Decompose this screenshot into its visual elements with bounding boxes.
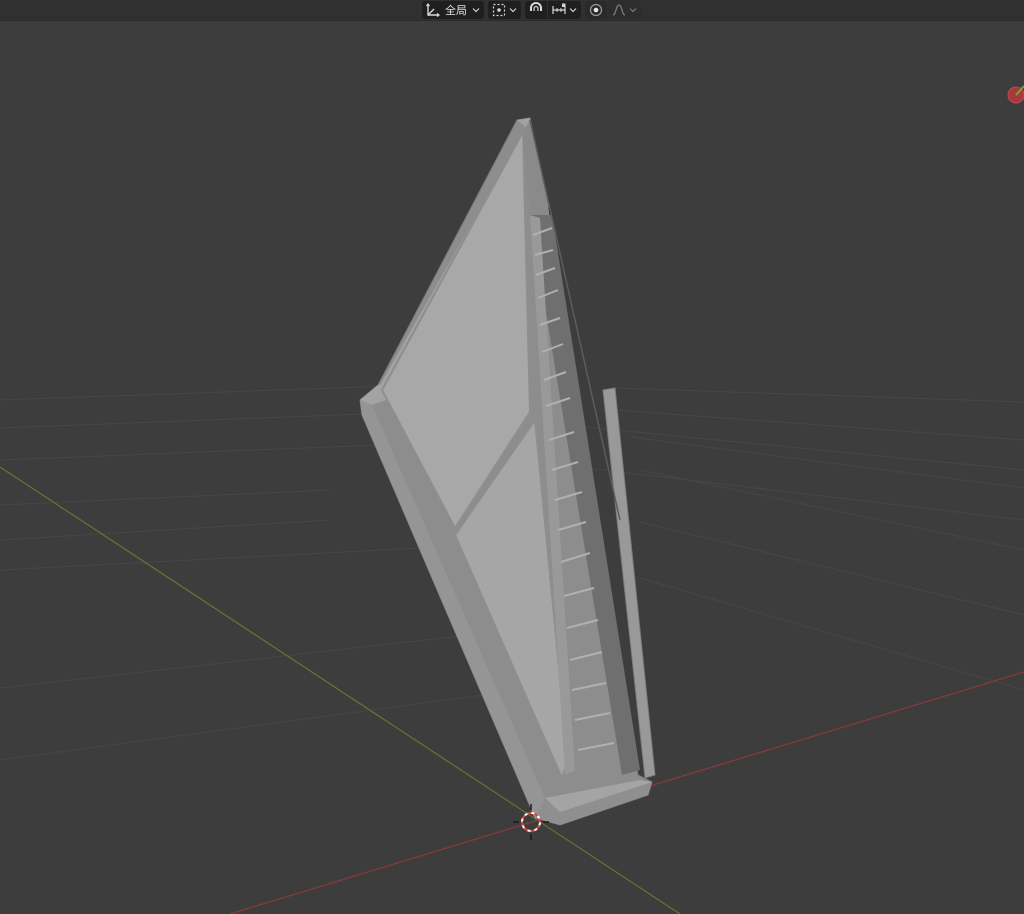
transform-orientation-label: 全局 xyxy=(445,3,467,17)
transform-orientation-dropdown[interactable]: 全局 xyxy=(425,1,481,19)
transform-orientation-group: 全局 xyxy=(422,0,484,19)
snap-target-dropdown[interactable] xyxy=(551,1,578,19)
chevron-down-icon xyxy=(509,7,517,12)
pivot-point-group xyxy=(488,0,521,19)
viewport-scene[interactable] xyxy=(0,0,1024,914)
3d-viewport[interactable]: 全局 xyxy=(0,0,1024,914)
viewport-header: 全局 xyxy=(0,0,1024,21)
snap-target-icon xyxy=(492,3,506,16)
chevron-down-icon xyxy=(569,7,577,12)
falloff-group xyxy=(608,0,641,19)
snap-target-group xyxy=(548,0,581,19)
chevron-down-icon xyxy=(629,7,637,12)
pivot-point-dropdown[interactable] xyxy=(491,1,518,19)
navigation-gizmo-x-axis-icon[interactable] xyxy=(1007,85,1024,104)
snap-increment-icon xyxy=(552,3,566,14)
falloff-dropdown[interactable] xyxy=(611,1,638,19)
proportional-editing-group xyxy=(585,0,607,19)
proportional-editing-icon xyxy=(589,3,603,16)
proportional-editing-toggle[interactable] xyxy=(588,1,604,19)
viewport-toolbar: 全局 xyxy=(422,0,645,19)
chevron-down-icon xyxy=(472,7,480,12)
mesh-object[interactable] xyxy=(359,117,656,826)
falloff-curve-icon xyxy=(612,3,626,16)
magnet-icon xyxy=(530,1,542,11)
snap-toggle-group xyxy=(525,0,547,19)
snap-toggle-button[interactable] xyxy=(528,1,544,19)
transform-pivot-icon xyxy=(426,2,440,17)
